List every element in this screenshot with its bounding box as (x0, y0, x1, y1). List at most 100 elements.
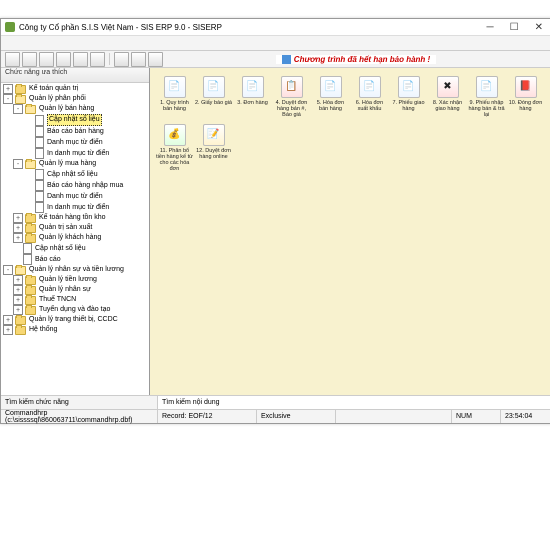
shortcut-label: 4. Duyệt đơn hàng bán #, Báo giá (273, 100, 310, 118)
expand-icon[interactable]: + (3, 84, 13, 94)
toolbar-button[interactable] (22, 52, 37, 67)
tree-item[interactable]: Cập nhật số liệu (1, 243, 149, 254)
tree-item[interactable]: +Quản lý trang thiết bị, CCDC (1, 315, 149, 325)
close-button[interactable]: ✕ (531, 22, 547, 33)
sidebar: Chức năng ưa thích +Kế toán quản trị-Quả… (1, 68, 150, 395)
tree-label: Cập nhật số liệu (47, 170, 98, 180)
app-icon (5, 22, 15, 32)
tree-label: Quản lý nhân sự và tiền lương (29, 265, 124, 275)
app-shortcut[interactable]: 📄 1. Quy trình bán hàng (156, 74, 193, 120)
tree-item[interactable]: Báo cáo (1, 254, 149, 265)
toolbar-button[interactable] (73, 52, 88, 67)
app-shortcut[interactable]: ✖8. Xác nhận giao hàng (429, 74, 466, 120)
shortcut-icon: 📕 (515, 76, 537, 98)
app-shortcut[interactable]: 💰11. Phân bổ tiền hàng kế từ cho các hóa… (156, 122, 193, 174)
tree-item[interactable]: Danh mục từ điển (1, 191, 149, 202)
status-bar: Commandhrp (c:\sissssql\860063711\comman… (1, 409, 550, 423)
tree-item[interactable]: +Tuyển dụng và đào tạo (1, 305, 149, 315)
status-record: Record: EOF/12 (158, 410, 257, 423)
shortcut-icon: 📄 (359, 76, 381, 98)
document-icon (35, 148, 44, 159)
tree-item[interactable]: +Quản trị sản xuất (1, 223, 149, 233)
tree-item[interactable]: Báo cáo hàng nhập mua (1, 180, 149, 191)
spacer (13, 245, 21, 253)
expand-icon[interactable]: + (13, 223, 23, 233)
app-shortcut[interactable]: 📝12. Duyệt đơn hàng online (195, 122, 232, 174)
tree-item[interactable]: +Kế toán hàng tồn kho (1, 213, 149, 223)
tree-item[interactable]: Báo cáo bán hàng (1, 126, 149, 137)
expand-icon[interactable]: + (13, 285, 23, 295)
toolbar-button[interactable] (5, 52, 20, 67)
app-shortcut[interactable]: 📕10. Đóng đơn hàng (507, 74, 544, 120)
search-function-label[interactable]: Tìm kiếm chức năng (1, 396, 158, 409)
app-shortcut[interactable]: 📄7. Phiếu giao hàng (390, 74, 427, 120)
tree-item[interactable]: +Kế toán quản trị (1, 84, 149, 94)
folder-icon (15, 316, 26, 325)
shortcut-label: 9. Phiếu nhập hàng bán & trả lại (468, 100, 505, 118)
expand-icon[interactable]: + (3, 315, 13, 325)
app-shortcut[interactable]: 📋 4. Duyệt đơn hàng bán #, Báo giá (273, 74, 310, 120)
collapse-icon[interactable]: - (3, 265, 13, 275)
tree-item[interactable]: +Hệ thống (1, 325, 149, 335)
document-icon (35, 180, 44, 191)
toolbar-button[interactable] (56, 52, 71, 67)
app-shortcut[interactable]: 📄3. Đơn hàng (234, 74, 271, 120)
tree-item[interactable]: In danh mục từ điển (1, 148, 149, 159)
tree-label: Danh mục từ điển (47, 138, 103, 148)
spacer (13, 256, 21, 264)
expand-icon[interactable]: + (13, 233, 23, 243)
toolbar-button[interactable] (131, 52, 146, 67)
tree-label: Báo cáo (35, 255, 61, 265)
tree-item[interactable]: +Thuế TNCN (1, 295, 149, 305)
shortcut-label: 6. Hóa đơn xuất khẩu (351, 100, 388, 112)
collapse-icon[interactable]: - (13, 159, 23, 169)
search-content-label[interactable]: Tìm kiếm nội dung (158, 396, 550, 409)
collapse-icon[interactable]: - (3, 94, 13, 104)
spacer (25, 204, 33, 212)
expand-icon[interactable]: + (13, 213, 23, 223)
tree-item[interactable]: -Quản lý mua hàng (1, 159, 149, 169)
tree-item[interactable]: +Quản lý nhân sự (1, 285, 149, 295)
collapse-icon[interactable]: - (13, 104, 23, 114)
spacer (25, 139, 33, 147)
document-icon (23, 243, 32, 254)
expand-icon[interactable]: + (13, 305, 23, 315)
shortcut-label: 8. Xác nhận giao hàng (429, 100, 466, 112)
tree-item[interactable]: - Quản lý nhân sự và tiền lương (1, 265, 149, 275)
tree-item[interactable]: -Quản lý bán hàng (1, 104, 149, 114)
tree-item[interactable]: +Quản lý tiền lương (1, 275, 149, 285)
icon-grid: 📄 1. Quy trình bán hàng📄2. Giấy báo giá📄3… (156, 74, 545, 174)
toolbar-button[interactable] (39, 52, 54, 67)
expand-icon[interactable]: + (13, 295, 23, 305)
tree-item[interactable]: -Quản lý phân phối (1, 94, 149, 104)
shortcut-label: 5. Hóa đơn bán hàng (312, 100, 349, 112)
shortcut-icon: 📄 (164, 76, 186, 98)
maximize-button[interactable]: ☐ (506, 22, 523, 33)
app-shortcut[interactable]: 📄9. Phiếu nhập hàng bán & trả lại (468, 74, 505, 120)
tree-label: In danh mục từ điển (47, 149, 109, 159)
shortcut-icon: 💰 (164, 124, 186, 146)
expand-icon[interactable]: + (3, 325, 13, 335)
tree-item[interactable]: Cập nhật số liệu (1, 114, 149, 126)
toolbar-button[interactable] (114, 52, 129, 67)
nav-tree[interactable]: +Kế toán quản trị-Quản lý phân phối-Quản… (1, 83, 149, 395)
spacer (25, 150, 33, 158)
tree-item[interactable]: Cập nhật số liệu (1, 169, 149, 180)
folder-icon (15, 326, 26, 335)
shortcut-label: 1. Quy trình bán hàng (156, 100, 193, 112)
app-shortcut[interactable]: 📄5. Hóa đơn bán hàng (312, 74, 349, 120)
app-shortcut[interactable]: 📄 6. Hóa đơn xuất khẩu (351, 74, 388, 120)
folder-icon (25, 276, 36, 285)
toolbar-button[interactable] (90, 52, 105, 67)
tree-item[interactable]: Danh mục từ điển (1, 137, 149, 148)
toolbar-separator (109, 53, 110, 65)
tree-item[interactable]: In danh mục từ điển (1, 202, 149, 213)
shortcut-icon: 📋 (281, 76, 303, 98)
app-shortcut[interactable]: 📄2. Giấy báo giá (195, 74, 232, 120)
toolbar-button[interactable] (148, 52, 163, 67)
minimize-button[interactable]: ─ (483, 22, 498, 33)
status-mode: Exclusive (257, 410, 336, 423)
tree-label: Báo cáo bán hàng (47, 127, 104, 137)
tree-item[interactable]: +Quản lý khách hàng (1, 233, 149, 243)
expand-icon[interactable]: + (13, 275, 23, 285)
